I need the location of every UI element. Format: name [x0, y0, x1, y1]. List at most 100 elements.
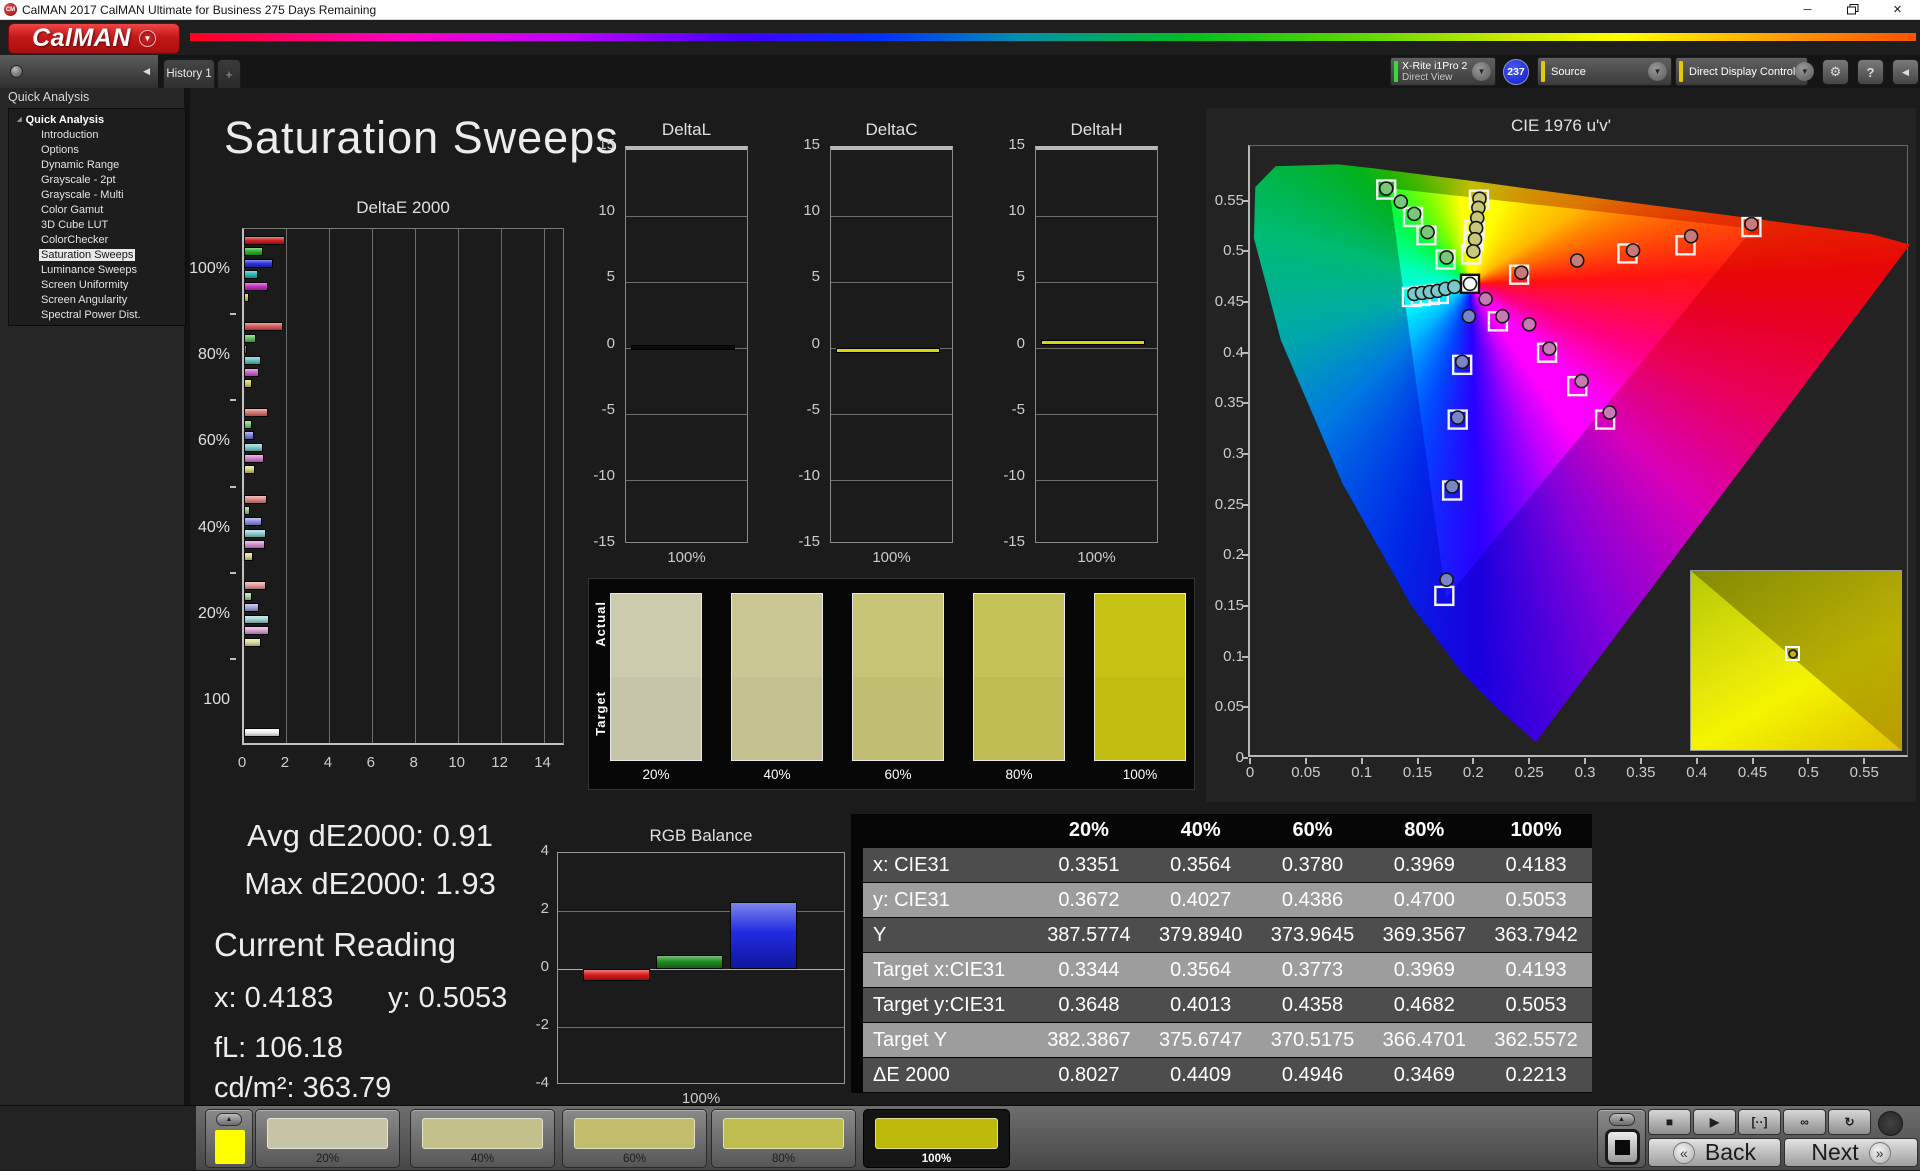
axis-tick: [230, 313, 236, 316]
table-cell: 0.4682: [1393, 993, 1455, 1016]
meter-status-bar: [1394, 61, 1398, 82]
infinity-icon: ∞: [1800, 1115, 1809, 1129]
gridline: [831, 281, 952, 283]
source-label: Source: [1551, 65, 1586, 78]
pattern-tile-60%[interactable]: 60%: [562, 1109, 707, 1168]
tree-root-label: Quick Analysis: [25, 113, 105, 126]
tab-history-1[interactable]: History 1: [163, 59, 215, 88]
collapse-sidebar-button[interactable]: ◀: [143, 66, 150, 77]
meter-count-badge[interactable]: 237: [1503, 59, 1529, 85]
pattern-tile-100%[interactable]: 100%: [863, 1109, 1010, 1168]
avg-de2000-value: Avg dE2000: 0.91: [247, 818, 493, 853]
refresh-button[interactable]: ↻: [1828, 1109, 1871, 1135]
tree-expanded-icon: ◢: [17, 117, 22, 123]
status-indicator: [1878, 1111, 1903, 1136]
stop-button[interactable]: ■: [1648, 1109, 1691, 1135]
new-tab-button[interactable]: +: [217, 59, 241, 88]
axis-label: 15: [803, 136, 820, 153]
up-arrow-icon[interactable]: ▲: [1608, 1113, 1635, 1126]
stop-measure-button[interactable]: [1605, 1129, 1640, 1165]
panel-options-button[interactable]: [10, 65, 23, 78]
table-cell: 0.3773: [1281, 958, 1344, 981]
next-button[interactable]: Next »: [1784, 1138, 1918, 1167]
source-dropdown[interactable]: Source ▼: [1537, 57, 1672, 86]
sidebar-item-grayscale-2pt[interactable]: Grayscale - 2pt: [9, 172, 185, 187]
axis-label: -2: [535, 1016, 549, 1033]
deltae-bar-white: [244, 727, 281, 737]
axis-label: 40%: [197, 518, 230, 536]
pattern-bar: ▲ ▲ ■ ▶ [··] ∞ ↻ « Back Next » 20% 40% 60%…: [0, 1105, 1920, 1170]
table-row: Y 387.5774 379.8940 373.9645 369.3567 363.794…: [863, 918, 1592, 953]
table-row-label: ΔE 2000: [873, 1063, 950, 1086]
sidebar-item-label: 3D Cube LUT: [41, 218, 109, 231]
pattern-tile-label: 60%: [622, 1153, 647, 1165]
axis-label: 12: [491, 754, 508, 771]
sidebar-item-label: Color Gamut: [41, 203, 104, 216]
chevron-down-icon: ▼: [1472, 62, 1491, 81]
sidebar-title: Quick Analysis: [8, 90, 90, 104]
table-cell: 0.3564: [1170, 853, 1232, 876]
axis-tick: [1416, 758, 1419, 764]
pattern-preview-tile[interactable]: ▲: [205, 1109, 253, 1168]
sidebar-item-label: Luminance Sweeps: [41, 263, 138, 276]
deltah-chart-title: DeltaH: [1070, 120, 1123, 139]
meter-dropdown[interactable]: X-Rite i1Pro 2 Direct View ▼: [1390, 57, 1496, 86]
axis-label: 5: [811, 268, 820, 286]
back-button[interactable]: « Back: [1648, 1138, 1781, 1167]
measured-point-blue: [1444, 479, 1460, 494]
calman-logo: CalMAN: [32, 24, 131, 52]
current-y-value: y: 0.5053: [388, 982, 508, 1014]
axis-tick: [1242, 351, 1248, 354]
play-button[interactable]: ▶: [1693, 1109, 1736, 1135]
cie-chart: 0 0 0.05 0.05 0.1 0.1 0.15 0.15 0.2 0.2 0.25 0.25 0.…: [1215, 145, 1910, 781]
deltae-bar-magenta: [244, 367, 260, 377]
deltae-bar-green: [244, 505, 250, 515]
deltae-bar-red: [244, 408, 269, 418]
axis-tick: [1584, 758, 1587, 764]
single-measure-button[interactable]: [··]: [1738, 1109, 1781, 1135]
restore-icon: [1846, 4, 1858, 15]
pattern-tile-80%[interactable]: 80%: [711, 1109, 856, 1168]
deltae-bar-red: [244, 494, 268, 504]
sidebar-item-color-gamut[interactable]: Color Gamut: [9, 202, 185, 217]
sidebar-item-dynamic-range[interactable]: Dynamic Range: [9, 157, 185, 172]
help-button[interactable]: ?: [1857, 59, 1884, 85]
continuous-measure-button[interactable]: ∞: [1783, 1109, 1826, 1135]
gridline: [831, 414, 952, 416]
deltae-bar-blue: [244, 431, 255, 441]
calman-menu-button[interactable]: CalMAN ▼: [8, 23, 180, 54]
close-button[interactable]: ✕: [1875, 0, 1920, 19]
minimize-button[interactable]: ─: [1785, 0, 1830, 19]
tree-root-quick-analysis[interactable]: ◢ Quick Analysis: [9, 112, 185, 127]
axis-tick: [1863, 758, 1866, 764]
table-row: y: CIE31 0.3672 0.4027 0.4386 0.4700 0.5053: [863, 883, 1592, 918]
rgb-balance-chart: [557, 852, 845, 1084]
axis-label: 0: [811, 334, 820, 352]
pattern-tile-20%[interactable]: 20%: [255, 1109, 400, 1168]
sidebar-item-options[interactable]: Options: [9, 142, 185, 157]
axis-label: -5: [806, 400, 820, 418]
table-cell: 0.3469: [1393, 1063, 1455, 1086]
sidebar-item-label: Grayscale - 2pt: [41, 173, 116, 186]
axis-label: 14: [534, 754, 551, 771]
gridline: [626, 281, 747, 283]
axis-label: 60%: [197, 432, 230, 450]
axis-label: 0.4: [1686, 764, 1708, 781]
collapse-right-panel-button[interactable]: ◀: [1892, 59, 1919, 85]
sidebar-item-introduction[interactable]: Introduction: [9, 127, 185, 142]
settings-button[interactable]: ⚙: [1822, 59, 1849, 85]
display-control-dropdown[interactable]: Direct Display Control ▼: [1675, 57, 1815, 86]
sidebar-item-label: ColorChecker: [41, 233, 109, 246]
table-row-label: Target x:CIE31: [873, 958, 1006, 981]
axis-tick: [1304, 758, 1307, 764]
pattern-tile-40%[interactable]: 40%: [410, 1109, 555, 1168]
rgb-bar-red: [583, 969, 650, 981]
table-row: Target x:CIE31 0.3344 0.3564 0.3773 0.3969 0.…: [863, 953, 1592, 988]
play-icon: ▶: [1709, 1115, 1720, 1129]
gridline: [544, 229, 546, 743]
restore-button[interactable]: [1830, 0, 1875, 19]
sidebar-item-grayscale-multi[interactable]: Grayscale - Multi: [9, 187, 185, 202]
measured-point-red: [1569, 253, 1585, 268]
delta-measure-line: [836, 347, 940, 353]
up-arrow-icon[interactable]: ▲: [216, 1113, 242, 1126]
